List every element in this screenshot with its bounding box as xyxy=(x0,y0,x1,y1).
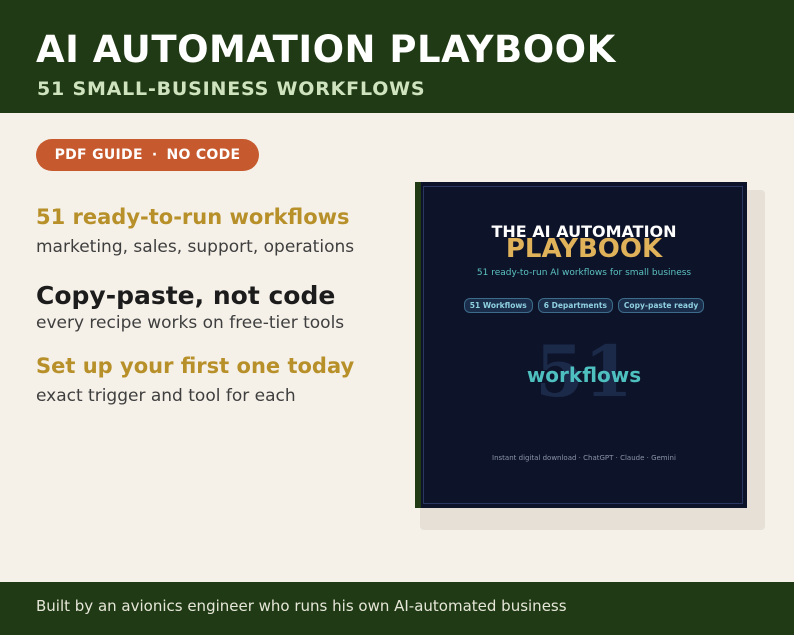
feature-heading-3: Set up your first one today xyxy=(36,354,355,378)
book-chip-workflows: 51 Workflows xyxy=(463,298,533,313)
footer-text: Built by an avionics engineer who runs h… xyxy=(36,597,567,615)
feature-heading-1: 51 ready-to-run workflows xyxy=(36,205,350,229)
book-chips: 51 Workflows 6 Departments Copy-paste re… xyxy=(421,298,747,313)
header-banner: AI AUTOMATION PLAYBOOK 51 SMALL-BUSINESS… xyxy=(0,0,794,113)
book-cover: THE AI AUTOMATION PLAYBOOK 51 ready-to-r… xyxy=(415,182,747,508)
page-title: AI AUTOMATION PLAYBOOK xyxy=(36,28,616,71)
footer-banner: Built by an avionics engineer who runs h… xyxy=(0,582,794,635)
format-badge-separator: · xyxy=(151,147,158,163)
feature-sub-1: marketing, sales, support, operations xyxy=(36,237,355,257)
page-subtitle: 51 SMALL-BUSINESS WORKFLOWS xyxy=(37,78,426,100)
format-badge: PDF GUIDE · NO CODE xyxy=(36,139,259,171)
book-chip-copy-paste: Copy-paste ready xyxy=(617,298,705,313)
book-cover-footer: Instant digital download · ChatGPT · Cla… xyxy=(492,454,676,462)
book-chip-departments: 6 Departments xyxy=(537,298,613,313)
book-big-label: workflows xyxy=(526,363,642,387)
feature-heading-2: Copy-paste, not code xyxy=(36,281,336,310)
book-tagline: 51 ready-to-run AI workflows for small b… xyxy=(476,268,692,278)
feature-sub-3: exact trigger and tool for each xyxy=(36,386,296,406)
format-badge-left: PDF GUIDE xyxy=(54,147,143,163)
format-badge-right: NO CODE xyxy=(166,147,241,163)
feature-sub-2: every recipe works on free-tier tools xyxy=(36,313,345,333)
book-title-line2: PLAYBOOK xyxy=(505,234,663,264)
